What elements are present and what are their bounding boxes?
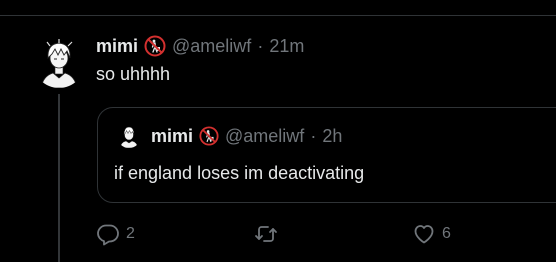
quoted-header: mimi @ameliwf · 2h xyxy=(151,123,342,149)
separator-dot: · xyxy=(310,125,317,146)
tweet-text: so uhhhh xyxy=(96,64,171,84)
avatar[interactable] xyxy=(33,36,85,88)
quoted-timestamp: 2h xyxy=(322,125,343,146)
retweet-button[interactable] xyxy=(254,222,284,246)
thread-connector xyxy=(58,94,60,262)
display-name[interactable]: mimi xyxy=(96,36,138,57)
no-littering-icon xyxy=(199,126,219,146)
tweet-header: mimi @ameliwf · 21m xyxy=(96,33,304,59)
retweet-icon xyxy=(254,222,278,246)
quoted-display-name: mimi xyxy=(151,125,194,146)
no-littering-icon xyxy=(144,35,166,57)
quoted-avatar xyxy=(117,124,141,148)
top-divider xyxy=(0,15,556,16)
like-button[interactable]: 6 xyxy=(412,222,451,246)
action-bar: 2 6 xyxy=(96,222,556,248)
like-count: 6 xyxy=(442,225,451,242)
separator-dot: · xyxy=(257,35,264,56)
quoted-tweet-text: if england loses im deactivating xyxy=(114,163,365,183)
timestamp[interactable]: 21m xyxy=(269,36,304,57)
reply-button[interactable]: 2 xyxy=(96,222,135,246)
quoted-tweet-card[interactable]: mimi @ameliwf · 2h if england loses im d… xyxy=(97,107,556,203)
quoted-handle: @ameliwf xyxy=(225,125,305,146)
reply-icon xyxy=(96,222,120,246)
reply-count: 2 xyxy=(126,225,135,242)
handle[interactable]: @ameliwf xyxy=(172,36,251,57)
heart-icon xyxy=(412,222,436,246)
